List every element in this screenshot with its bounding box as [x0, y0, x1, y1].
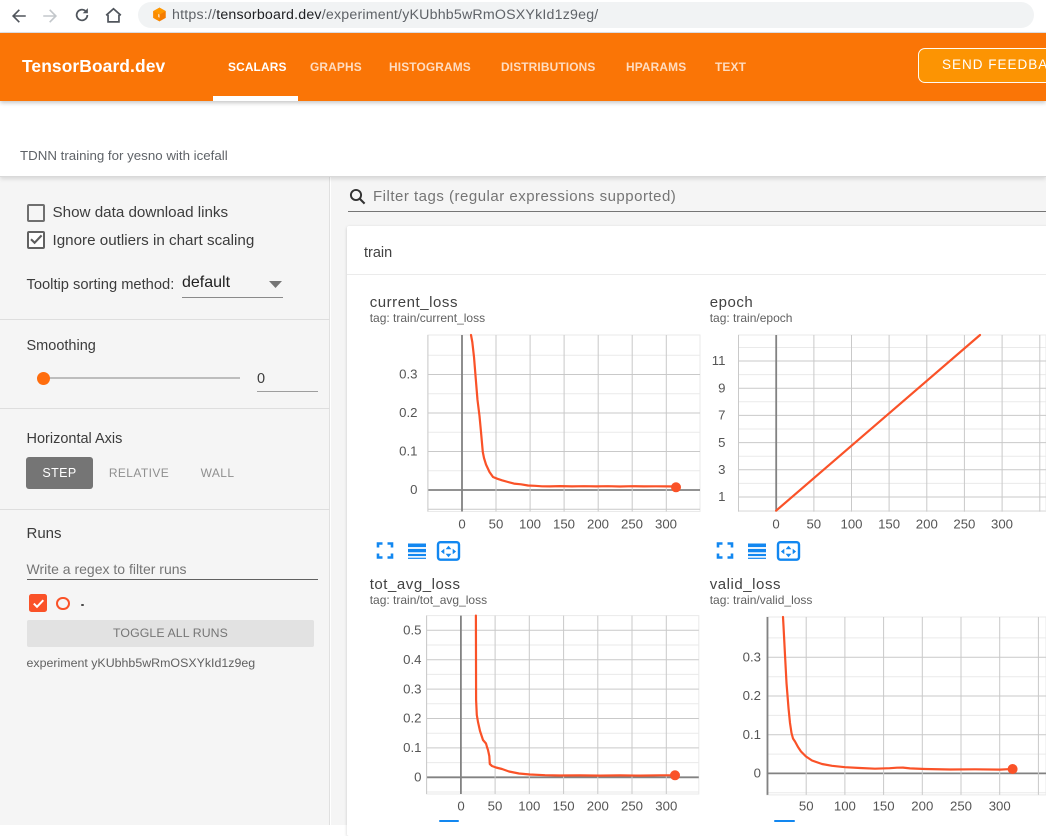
svg-text:150: 150 — [873, 799, 895, 814]
svg-text:150: 150 — [878, 517, 900, 532]
svg-text:0.5: 0.5 — [403, 622, 421, 637]
svg-text:0: 0 — [458, 517, 465, 532]
svg-text:0.1: 0.1 — [743, 727, 761, 742]
svg-text:11: 11 — [712, 353, 726, 368]
svg-text:50: 50 — [799, 799, 814, 814]
svg-text:3: 3 — [718, 462, 725, 477]
svg-text:250: 250 — [953, 517, 975, 532]
svg-text:0.1: 0.1 — [399, 444, 417, 459]
svg-text:250: 250 — [950, 799, 972, 814]
svg-text:100: 100 — [834, 799, 856, 814]
svg-text:300: 300 — [989, 799, 1011, 814]
svg-text:150: 150 — [553, 517, 575, 532]
svg-text:100: 100 — [840, 517, 862, 532]
svg-text:5: 5 — [718, 435, 725, 450]
svg-text:300: 300 — [991, 517, 1013, 532]
svg-text:0: 0 — [410, 482, 417, 497]
svg-text:0: 0 — [772, 517, 779, 532]
svg-text:150: 150 — [553, 799, 575, 814]
svg-text:9: 9 — [718, 380, 725, 395]
svg-text:0: 0 — [754, 766, 761, 781]
svg-text:0.3: 0.3 — [403, 681, 421, 696]
svg-text:200: 200 — [916, 517, 938, 532]
svg-text:0.2: 0.2 — [399, 405, 417, 420]
svg-text:0.4: 0.4 — [403, 652, 421, 667]
svg-text:100: 100 — [518, 799, 540, 814]
svg-text:200: 200 — [587, 799, 609, 814]
svg-text:200: 200 — [911, 799, 933, 814]
svg-text:0.3: 0.3 — [743, 650, 761, 665]
svg-text:300: 300 — [655, 799, 677, 814]
svg-text:300: 300 — [655, 517, 677, 532]
svg-text:250: 250 — [621, 799, 643, 814]
svg-text:250: 250 — [621, 517, 643, 532]
svg-text:0: 0 — [414, 770, 421, 785]
svg-text:200: 200 — [587, 517, 609, 532]
svg-text:0.3: 0.3 — [399, 367, 417, 382]
svg-text:50: 50 — [488, 799, 503, 814]
svg-text:0: 0 — [457, 799, 464, 814]
svg-text:0.1: 0.1 — [403, 740, 421, 755]
svg-text:50: 50 — [806, 517, 821, 532]
svg-text:1: 1 — [718, 489, 725, 504]
svg-text:0.2: 0.2 — [403, 711, 421, 726]
svg-text:100: 100 — [519, 517, 541, 532]
svg-text:0.2: 0.2 — [743, 688, 761, 703]
svg-text:50: 50 — [489, 517, 504, 532]
svg-text:7: 7 — [718, 408, 725, 423]
